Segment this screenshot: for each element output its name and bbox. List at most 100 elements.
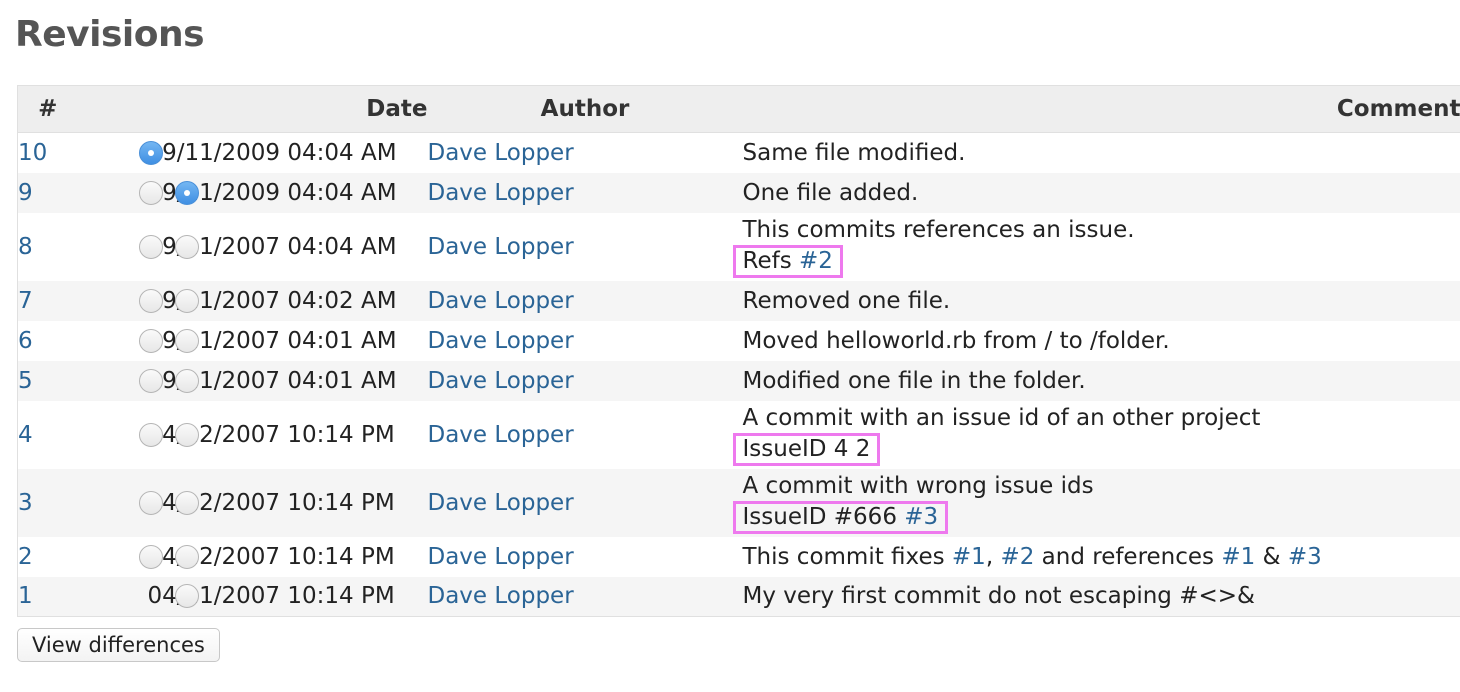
radio-cell <box>77 212 199 281</box>
diff-from-radio[interactable] <box>138 422 163 447</box>
diff-to-radio[interactable] <box>174 234 199 259</box>
radio-cell <box>77 172 199 213</box>
header-comment: Comment <box>742 85 1460 133</box>
radio-group <box>78 582 199 610</box>
table-row: 2 04/12/2007 10:14 PM Dave Lopper This comm… <box>17 536 1460 577</box>
author-link[interactable]: Dave Lopper <box>428 234 574 260</box>
author-link[interactable]: Dave Lopper <box>428 422 574 448</box>
view-differences-button[interactable]: View differences <box>17 628 220 662</box>
radio-cell <box>77 360 199 401</box>
revision-cell: 6 <box>17 320 78 361</box>
comment-text: , <box>985 543 1001 570</box>
revision-link[interactable]: 5 <box>18 368 33 394</box>
revision-cell: 10 <box>17 132 78 173</box>
revision-link[interactable]: 9 <box>18 180 33 206</box>
diff-from-radio[interactable] <box>138 544 163 569</box>
author-cell: Dave Lopper <box>427 320 743 361</box>
comment-line: This commit fixes #1, #2 and references … <box>743 542 1460 572</box>
comment-line: My very first commit do not escaping #<>… <box>743 581 1460 611</box>
comment-cell: One file added. <box>742 172 1460 213</box>
author-link[interactable]: Dave Lopper <box>428 368 574 394</box>
comment-cell: Same file modified. <box>742 132 1460 173</box>
diff-to-radio[interactable] <box>174 288 199 313</box>
revision-cell: 1 <box>17 576 78 617</box>
author-link[interactable]: Dave Lopper <box>428 583 574 609</box>
table-row: 8 09/11/2007 04:04 AM Dave Lopper This comm… <box>17 212 1460 281</box>
revision-link[interactable]: 2 <box>18 544 33 570</box>
comment-cell: Removed one file. <box>742 280 1460 321</box>
diff-to-radio[interactable] <box>174 584 199 609</box>
table-row: 10 09/11/2009 04:04 AM Dave Lopper Same fil… <box>17 132 1460 173</box>
author-link[interactable]: Dave Lopper <box>428 328 574 354</box>
comment-line: One file added. <box>743 178 1460 208</box>
header-radios <box>77 85 148 133</box>
revision-link[interactable]: 1 <box>18 583 33 609</box>
table-row: 7 09/11/2007 04:02 AM Dave Lopper Removed o… <box>17 280 1460 321</box>
revision-link[interactable]: 3 <box>18 490 33 516</box>
revision-cell: 4 <box>17 400 78 469</box>
comment-text: & <box>1255 543 1288 570</box>
radio-cell <box>77 468 199 537</box>
table-row: 9 09/11/2009 04:04 AM Dave Lopper One file … <box>17 172 1460 213</box>
diff-from-radio[interactable] <box>138 180 163 205</box>
radio-cell <box>77 400 199 469</box>
author-link[interactable]: Dave Lopper <box>428 288 574 314</box>
diff-from-radio[interactable] <box>138 328 163 353</box>
author-cell: Dave Lopper <box>427 132 743 173</box>
radio-group <box>78 421 199 449</box>
revision-link[interactable]: 4 <box>18 422 33 448</box>
table-row: 3 04/12/2007 10:14 PM Dave Lopper A commit … <box>17 468 1460 537</box>
author-link[interactable]: Dave Lopper <box>428 544 574 570</box>
author-link[interactable]: Dave Lopper <box>428 490 574 516</box>
comment-cell: A commit with an issue id of an other pr… <box>732 400 1460 469</box>
comment-text: One file added. <box>742 179 919 206</box>
author-link[interactable]: Dave Lopper <box>428 140 574 166</box>
comment-text: IssueID #666 <box>742 504 905 530</box>
radio-group <box>78 367 199 395</box>
author-link[interactable]: Dave Lopper <box>428 180 574 206</box>
author-cell: Dave Lopper <box>427 576 743 617</box>
comment-line: Same file modified. <box>743 138 1460 168</box>
comment-line: IssueID #666 #3 <box>732 501 1460 534</box>
comment-text: Same file modified. <box>742 139 966 166</box>
diff-from-radio[interactable] <box>138 288 163 313</box>
diff-from-radio[interactable] <box>138 234 163 259</box>
revision-link[interactable]: 6 <box>18 328 33 354</box>
comment-cell: A commit with wrong issue ids IssueID #66… <box>732 468 1460 537</box>
highlight-box: IssueID 4 2 <box>732 433 881 466</box>
issue-link[interactable]: #2 <box>1000 544 1034 570</box>
diff-to-radio[interactable] <box>174 422 199 447</box>
diff-from-radio[interactable] <box>138 368 163 393</box>
comment-line: A commit with wrong issue ids <box>743 471 1460 501</box>
diff-to-radio[interactable] <box>174 368 199 393</box>
diff-to-radio[interactable] <box>174 328 199 353</box>
radio-group <box>78 139 163 167</box>
radio-cell <box>77 132 163 173</box>
comment-text: Refs <box>742 248 799 274</box>
issue-link[interactable]: #1 <box>952 544 986 570</box>
comment-text: Modified one file in the folder. <box>742 367 1086 394</box>
diff-to-radio[interactable] <box>174 490 199 515</box>
comment-text: and references <box>1034 543 1222 570</box>
diff-from-radio[interactable] <box>138 490 163 515</box>
issue-link[interactable]: #3 <box>1288 544 1322 570</box>
author-cell: Dave Lopper <box>427 280 743 321</box>
issue-link[interactable]: #1 <box>1221 544 1255 570</box>
revision-cell: 2 <box>17 536 78 577</box>
diff-from-radio[interactable] <box>138 140 163 165</box>
comment-line: Removed one file. <box>743 286 1460 316</box>
date-cell: 09/11/2009 04:04 AM <box>147 132 428 173</box>
header-date: Date <box>147 85 428 133</box>
revisions-table: # Date Author Comment 10 09/11/2009 04:04… <box>17 85 1460 617</box>
revision-link[interactable]: 7 <box>18 288 33 314</box>
radio-cell <box>77 536 199 577</box>
diff-to-radio[interactable] <box>174 544 199 569</box>
issue-link[interactable]: #3 <box>904 504 938 530</box>
revision-link[interactable]: 10 <box>18 140 47 166</box>
author-cell: Dave Lopper <box>427 536 743 577</box>
header-author: Author <box>427 85 743 133</box>
revision-link[interactable]: 8 <box>18 234 33 260</box>
table-row: 1 04/11/2007 10:14 PM Dave Lopper My very f… <box>17 576 1460 617</box>
issue-link[interactable]: #2 <box>799 248 833 274</box>
diff-to-radio[interactable] <box>174 180 199 205</box>
